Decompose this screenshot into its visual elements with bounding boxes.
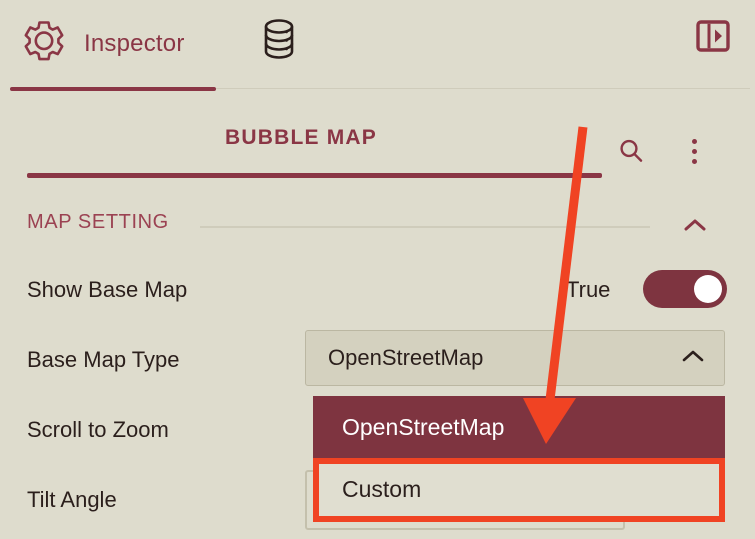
property-label-tilt-angle: Tilt Angle — [27, 487, 117, 512]
panel-toggle-button[interactable] — [691, 14, 735, 58]
top-toolbar: Inspector — [0, 0, 755, 91]
tab-inspector[interactable]: Inspector — [10, 8, 193, 80]
property-value-show-base-map: True — [566, 277, 611, 302]
dropdown-option-openstreetmap[interactable]: OpenStreetMap — [313, 396, 725, 458]
tab-inspector-label: Inspector — [84, 30, 185, 57]
page-title: BUBBLE MAP — [225, 126, 377, 149]
more-options-button[interactable] — [678, 132, 710, 170]
kebab-menu-icon — [691, 158, 697, 164]
search-button[interactable] — [612, 132, 650, 170]
chevron-up-icon — [682, 349, 704, 368]
annotation-highlight-custom — [313, 458, 725, 522]
chevron-up-icon — [684, 218, 706, 237]
property-label-show-base-map: Show Base Map — [27, 277, 188, 302]
property-label-scroll-to-zoom: Scroll to Zoom — [27, 417, 169, 442]
gear-icon — [18, 18, 70, 70]
dropdown-selected-value: OpenStreetMap — [328, 345, 484, 370]
dropdown-option-label: OpenStreetMap — [342, 413, 505, 440]
toggle-knob — [694, 275, 722, 303]
tab-active-indicator — [10, 87, 216, 91]
kebab-menu-icon — [691, 138, 697, 144]
kebab-menu-icon — [691, 148, 697, 154]
section-title: MAP SETTING — [27, 211, 169, 233]
property-label-base-map-type: Base Map Type — [27, 347, 180, 372]
toggle-show-base-map[interactable] — [643, 270, 727, 308]
inspector-panel: Inspector BUBBLE MAP MAP SETTING Show Ba… — [0, 0, 755, 539]
section-divider — [200, 226, 650, 228]
database-tab-button[interactable] — [252, 12, 306, 66]
section-collapse-button[interactable] — [678, 210, 712, 244]
database-icon — [256, 16, 302, 62]
search-icon — [618, 138, 644, 164]
panel-title-underline — [27, 173, 602, 178]
panel-toggle-icon — [694, 17, 732, 55]
dropdown-base-map-type[interactable]: OpenStreetMap — [305, 330, 725, 386]
